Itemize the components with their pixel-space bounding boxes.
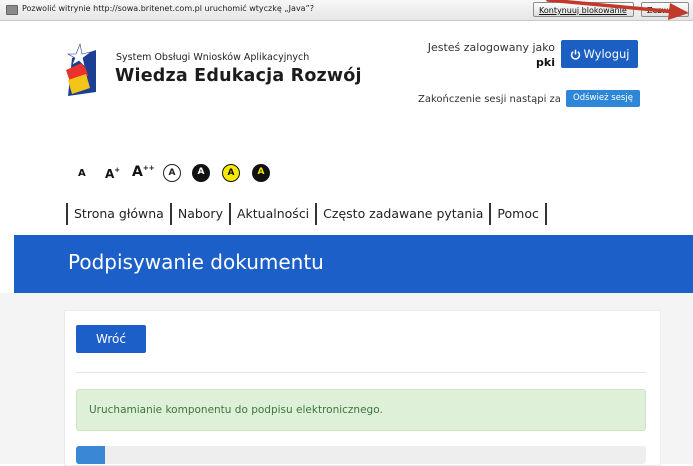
user-name: pki: [536, 56, 555, 69]
divider: [76, 372, 646, 373]
plugin-icon: [6, 5, 18, 15]
allow-plugin-button[interactable]: Zezwól...: [641, 2, 689, 17]
progress-bar: [76, 446, 646, 464]
logged-in-label: Jesteś zalogowany jako: [427, 41, 555, 54]
contrast-black-yellow-button[interactable]: A: [252, 164, 270, 182]
nav-item-news[interactable]: Aktualności: [231, 203, 315, 225]
content-panel: [64, 310, 661, 466]
logout-label: Wyloguj: [583, 47, 630, 61]
session-timeout-label: Zakończenie sesji nastąpi za: [418, 94, 561, 105]
progress-bar-fill: [76, 446, 105, 464]
logout-button[interactable]: Wyloguj: [561, 40, 638, 68]
nav-item-help[interactable]: Pomoc: [491, 203, 544, 225]
plugin-message: Pozwolić witrynie http://sowa.britenet.c…: [22, 4, 314, 13]
plugin-notification-bar: Pozwolić witrynie http://sowa.britenet.c…: [0, 0, 693, 21]
contrast-black-white-button[interactable]: A: [192, 164, 210, 182]
nav-item-home[interactable]: Strona główna: [68, 203, 170, 225]
font-size-normal-label: A: [78, 168, 86, 179]
nav-item-calls[interactable]: Nabory: [172, 203, 229, 225]
font-size-largest-sup: ++: [142, 164, 155, 172]
font-size-largest-label: A: [132, 164, 143, 180]
back-button[interactable]: Wróć: [76, 325, 146, 353]
nav-separator: [544, 203, 547, 225]
system-subtitle: System Obsługi Wniosków Aplikacyjnych: [116, 52, 310, 63]
nav-item-faq[interactable]: Często zadawane pytania: [317, 203, 489, 225]
continue-blocking-button[interactable]: Kontynuuj blokowanie: [533, 2, 634, 17]
power-icon: [570, 49, 580, 60]
font-size-largest-button[interactable]: A++: [132, 164, 155, 180]
page-title: Podpisywanie dokumentu: [68, 250, 324, 274]
main-navigation: Strona główna Nabory Aktualności Często zad…: [66, 203, 547, 227]
font-size-larger-label: A: [105, 167, 115, 181]
contrast-default-button[interactable]: A: [163, 164, 181, 182]
font-size-normal-button[interactable]: A: [78, 168, 86, 179]
refresh-session-button[interactable]: Odśwież sesję: [566, 90, 640, 107]
contrast-yellow-black-button[interactable]: A: [222, 164, 240, 182]
fundusze-europejskie-logo[interactable]: [62, 36, 102, 102]
system-title: Wiedza Edukacja Rozwój: [115, 66, 362, 86]
status-alert: Uruchamianie komponentu do podpisu elekt…: [76, 389, 646, 431]
font-size-larger-button[interactable]: A+: [105, 166, 120, 181]
font-size-larger-sup: +: [114, 166, 121, 174]
